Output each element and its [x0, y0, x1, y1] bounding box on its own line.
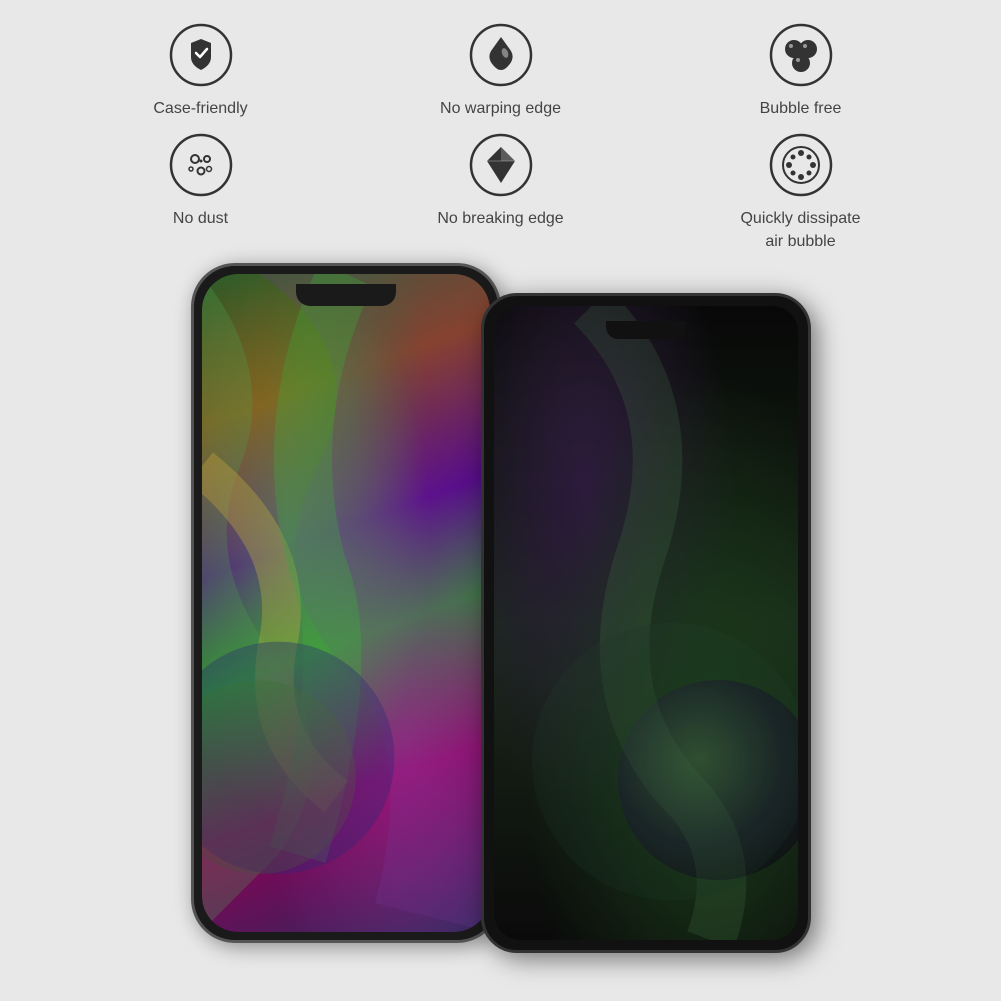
no-dust-label: No dust [173, 208, 228, 230]
no-breaking-icon [466, 130, 536, 200]
volume-up-button [191, 411, 194, 466]
feature-bubble-free: Bubble free [651, 20, 951, 120]
mute-switch [191, 366, 194, 396]
phone-device [191, 263, 501, 943]
phone-screen [202, 274, 490, 932]
no-breaking-label: No breaking edge [437, 208, 563, 230]
product-image [191, 263, 811, 983]
feature-no-breaking-edge: No breaking edge [351, 130, 651, 253]
case-friendly-icon [166, 20, 236, 90]
features-grid: Case-friendly No warping edge [51, 20, 951, 253]
feature-case-friendly: Case-friendly [51, 20, 351, 120]
case-friendly-label: Case-friendly [153, 98, 247, 120]
bubble-free-label: Bubble free [760, 98, 842, 120]
feature-no-warping-edge: No warping edge [351, 20, 651, 120]
volume-down-button [191, 481, 194, 536]
glass-protector [481, 293, 811, 953]
phone-notch [296, 284, 396, 306]
no-warping-label: No warping edge [440, 98, 561, 120]
glass-notch [606, 321, 686, 339]
no-dust-icon [166, 130, 236, 200]
quickly-dissipate-label: Quickly dissipate air bubble [740, 208, 860, 253]
bubble-free-icon [766, 20, 836, 90]
no-warping-icon [466, 20, 536, 90]
quickly-dissipate-icon [766, 130, 836, 200]
glass-inner [494, 306, 798, 940]
feature-quickly-dissipate: Quickly dissipate air bubble [651, 130, 951, 253]
feature-no-dust: No dust [51, 130, 351, 253]
